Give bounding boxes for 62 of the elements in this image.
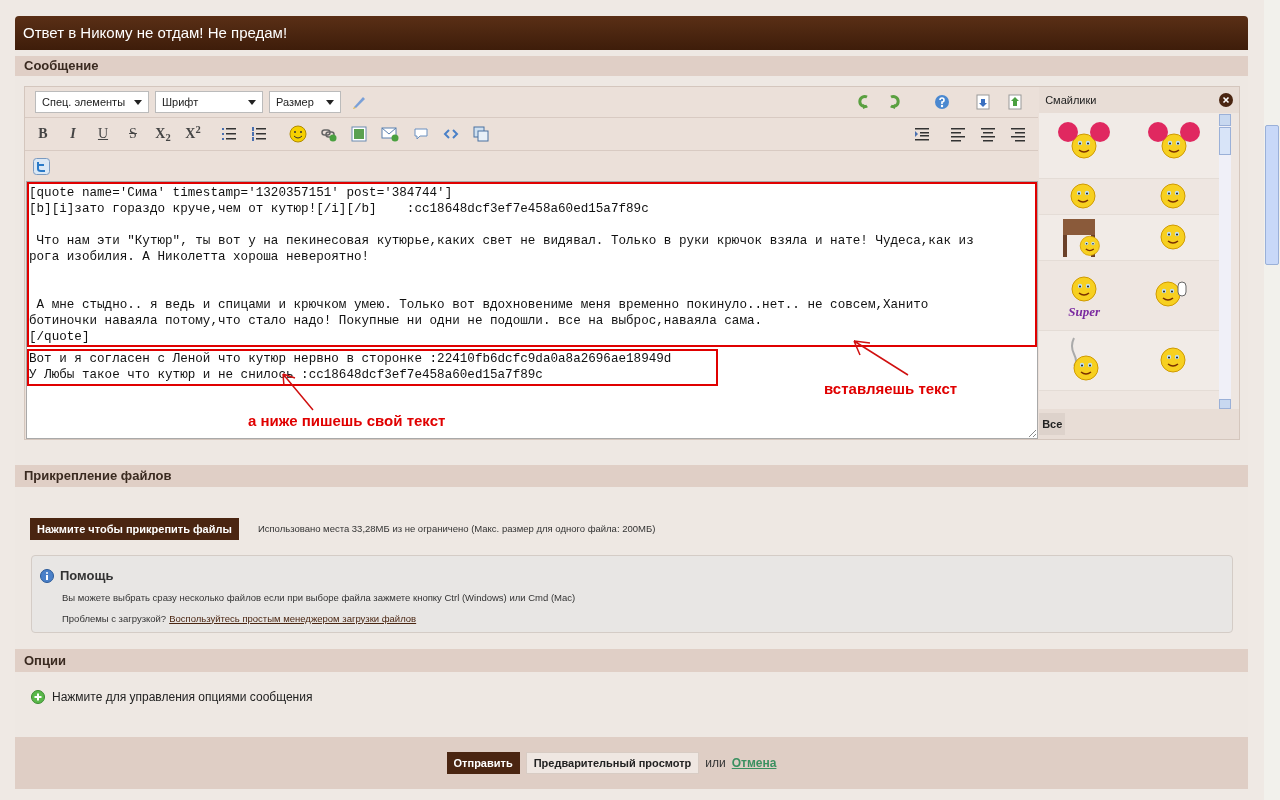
smiley-icon[interactable]: [289, 125, 307, 143]
align-center-icon[interactable]: [980, 126, 997, 142]
text-line: [/quote]: [29, 329, 91, 345]
panel-title: Смайлики: [1045, 92, 1097, 108]
image-icon[interactable]: [351, 126, 367, 142]
envelope-icon[interactable]: [381, 126, 399, 142]
align-left-icon[interactable]: [950, 126, 967, 142]
text-line: [b][i]зато гораздо круче,чем от кутюр![/i][/b] :cc18648dcf3ef7e458a60ed15a7f89c: [29, 201, 650, 217]
caret-icon: [134, 99, 142, 105]
text-line: [quote name='Сима' timestamp='1320357151' post='384744']: [29, 185, 454, 201]
plus-icon[interactable]: [31, 690, 45, 704]
section-title: Прикрепление файлов: [24, 467, 172, 486]
pen-icon[interactable]: [351, 94, 367, 110]
annotation-label: вставляешь текст: [824, 379, 958, 399]
section-title: Опции: [24, 651, 66, 670]
format-button[interactable]: B: [35, 127, 51, 141]
format-button[interactable]: X$^{2}$: [185, 127, 201, 141]
preview-button[interactable]: Предварительный просмотр: [525, 752, 700, 774]
all-smilies-button[interactable]: Все: [1039, 413, 1066, 435]
attach-files-button[interactable]: Нажмите чтобы прикрепить файлы: [30, 518, 239, 540]
annotation-label: а ниже пишешь свой текст: [248, 411, 446, 431]
align-right-icon[interactable]: [1010, 126, 1027, 142]
caret-icon: [326, 99, 334, 105]
or-text: или: [705, 755, 726, 772]
indent-icon[interactable]: [914, 126, 931, 142]
text-line: У Любы такое что кутюр и не снилось :cc18648dcf3ef7e458a60ed15a7f89c: [29, 367, 544, 383]
smiley-button[interactable]: Super: [1068, 273, 1101, 318]
dropdown[interactable]: Спец. элементы: [35, 91, 149, 113]
format-button[interactable]: S: [125, 127, 141, 141]
options-toggle-link[interactable]: Нажмите для управления опциями сообщения: [52, 688, 313, 706]
submit-button[interactable]: Отправить: [446, 752, 520, 774]
bullet-list-icon[interactable]: [221, 126, 237, 142]
help-text: Проблемы с загрузкой?: [62, 611, 167, 626]
upload-icon[interactable]: [1008, 94, 1023, 110]
text-line: ботиночки наваяла потому,что стало надо! Покупные ни одни не подошли. все на выброс,наваяла сама.: [29, 313, 764, 329]
text-line: А мне стыдно.. я ведь и спицами и крючком умею. Только вот вдохновениме меня временно покинуло..нет.. не совсем,Ханито: [35, 297, 930, 313]
section-title: Сообщение: [24, 57, 99, 76]
text-line: рога изобилия. А Николетта хороша невероятно!: [29, 249, 371, 265]
help-icon[interactable]: [934, 94, 951, 110]
resize-grip-icon[interactable]: [1027, 428, 1038, 438]
window-title: Ответ в Никому не отдам! Не предам!: [23, 22, 288, 43]
smiley-caption: Super: [1068, 305, 1101, 318]
info-icon: [40, 568, 54, 583]
format-button[interactable]: U: [95, 127, 111, 141]
download-icon[interactable]: [976, 94, 991, 110]
dropdown[interactable]: Шрифт: [155, 91, 263, 113]
text-line: Что нам эти "Кутюр", ты вот у на пекинесовая кутюрье,каких свет не видявал. Только в руки крючок взяла и нате! Чудеса,как из: [35, 233, 975, 249]
format-button[interactable]: I: [65, 127, 81, 141]
format-button[interactable]: X$_{2}$: [155, 127, 171, 141]
message-textarea[interactable]: [26, 181, 1039, 439]
upload-manager-link[interactable]: Воспользуйтесь простым менеджером загрузки файлов: [169, 611, 417, 626]
copy-icon[interactable]: [473, 126, 489, 142]
link-icon[interactable]: [321, 126, 337, 142]
help-text: Вы можете выбрать сразу несколько файлов если при выборе файла зажмете кнопку Ctrl (Windows) или Cmd (Mac): [62, 590, 577, 605]
storage-usage-text: Использовано места 33,28МБ из не ограничено (Макс. размер для одного файла: 200МБ): [257, 521, 656, 536]
speech-bubble-icon[interactable]: [413, 126, 429, 142]
text-line: Вот и я согласен с Леной что кутюр нервно в сторонке :22410fb6dcfc9da0a8a2696ae18949d: [29, 351, 673, 367]
help-title: Помощь: [60, 567, 114, 585]
dropdown[interactable]: Размер: [269, 91, 341, 113]
close-icon[interactable]: [1219, 93, 1233, 107]
numbered-list-icon[interactable]: [251, 126, 267, 142]
caret-icon: [248, 99, 256, 105]
